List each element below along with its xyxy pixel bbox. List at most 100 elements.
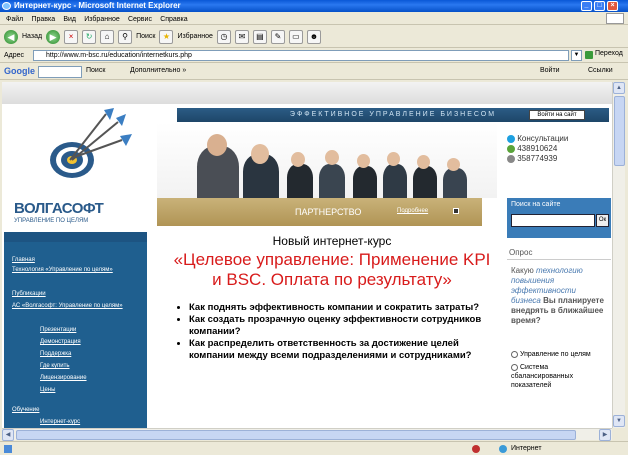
partnership-more-link[interactable]: Подробнее [397,208,428,214]
horizontal-scrollbar[interactable]: ◀ ▶ [2,428,612,441]
partnership-banner[interactable]: ПАРТНЕРСТВО Подробнее [157,198,482,226]
maximize-button[interactable]: □ [594,1,605,11]
messenger-icon[interactable]: ☻ [306,29,321,44]
address-label: Адрес [4,52,25,59]
google-logo: Google [4,66,35,76]
menu-edit[interactable]: Правка [31,16,55,23]
nav-item-demo[interactable]: Демонстрация [40,338,81,346]
skype-icon [507,134,515,143]
icq-number-1: 438910624 [517,144,558,153]
poll-option-label[interactable]: Управление по целям [520,351,591,358]
nav-item-prices[interactable]: Цены [40,386,55,394]
window-titlebar: Интернет-курс - Microsoft Internet Explo… [0,0,628,12]
google-search-input[interactable] [38,66,82,78]
minimize-button[interactable]: _ [581,1,592,11]
forward-icon[interactable]: ▶ [46,29,61,44]
partnership-label: ПАРТНЕРСТВО [295,207,362,217]
search-icon[interactable]: ⚲ [118,29,133,44]
address-dropdown-icon[interactable]: ▼ [571,50,582,61]
ie-icon [2,2,11,10]
go-arrow-icon[interactable] [585,51,593,59]
folder-icon[interactable]: ▭ [288,29,303,44]
poll-radio[interactable] [511,350,518,358]
status-bar: Интернет [0,441,628,455]
nav-item-support[interactable]: Поддержка [40,350,71,358]
address-input[interactable]: http://www.m-bsc.ru/education/internetku… [33,50,569,61]
logo-subtitle: УПРАВЛЕНИЕ ПО ЦЕЛЯМ [14,218,89,224]
search-label[interactable]: Поиск [136,33,155,40]
history-icon[interactable]: ◷ [216,29,231,44]
menu-view[interactable]: Вид [63,16,76,23]
poll-option-label[interactable]: Система сбалансированных показателей [511,364,573,389]
site-search-input[interactable] [511,214,595,227]
mail-icon[interactable]: ✉ [234,29,249,44]
bullet-item: Как создать прозрачную оценку эффективно… [189,314,497,338]
home-icon[interactable]: ⌂ [100,29,115,44]
consult-label[interactable]: Консультации [517,134,568,143]
scroll-right-icon[interactable]: ▶ [599,429,611,441]
consultations-block: Консультации 438910624 358774939 [507,134,607,164]
menu-bar: Файл Правка Вид Избранное Сервис Справка [0,12,628,25]
nav-item-buy[interactable]: Где купить [40,362,70,370]
scroll-thumb[interactable] [614,96,625,166]
address-url: http://www.m-bsc.ru/education/internetku… [46,52,192,59]
refresh-icon[interactable]: ↻ [82,29,97,44]
nav-item-internet-course[interactable]: Интернет-курс [40,418,80,426]
print-icon[interactable]: ▤ [252,29,267,44]
toolbar: ◀ Назад ▶ × ↻ ⌂ ⚲ Поиск ★ Избранное ◷ ✉ … [0,26,628,48]
globe-icon [499,445,507,453]
nav-item-home[interactable]: Главная [12,256,35,264]
blocked-icon [472,445,480,453]
icq-number-2: 358774939 [517,154,558,163]
poll-options: Управление по целям Система сбалансирова… [511,350,611,390]
icq-icon [507,154,515,163]
scroll-down-icon[interactable]: ▼ [613,415,625,427]
nav-item-education[interactable]: Обучение [12,406,39,414]
target-darts-icon [50,108,132,178]
poll-radio[interactable] [511,363,518,371]
page-top-gradient [2,82,612,104]
nav-item-software[interactable]: АС «Волгасофт: Управление по целям» [12,302,136,310]
go-button[interactable]: Переход [595,50,623,57]
login-button[interactable]: Войти на сайт [529,110,585,120]
nav-item-publications[interactable]: Публикации [12,290,46,298]
google-signin-button[interactable]: Войти [540,67,560,74]
site-logo[interactable]: ВОЛГАСОФТ УПРАВЛЕНИЕ ПО ЦЕЛЯМ [10,108,154,233]
site-search-button[interactable]: Ок [596,214,609,227]
poll-question: Какую технологию повышения эффективности… [511,266,607,326]
favorites-label[interactable]: Избранное [177,33,212,40]
scroll-left-icon[interactable]: ◀ [2,429,14,441]
poll-block: Опрос Какую технологию повышения эффекти… [507,246,611,428]
stop-icon[interactable]: × [64,29,79,44]
site-search-label: Поиск на сайте [511,201,561,208]
menu-favorites[interactable]: Избранное [84,16,119,23]
course-bullets: Как поднять эффективность компании и сок… [189,302,497,362]
favorites-icon[interactable]: ★ [159,29,174,44]
menu-tools[interactable]: Сервис [128,16,152,23]
google-toolbar: Google Поиск Дополнительно » Войти Ссылк… [0,64,628,80]
poll-title: Опрос [507,246,611,260]
vertical-scrollbar[interactable]: ▲ ▼ [612,82,625,428]
icq-icon [507,144,515,153]
edit-icon[interactable]: ✎ [270,29,285,44]
google-links-button[interactable]: Ссылки [588,67,613,74]
scroll-up-icon[interactable]: ▲ [613,82,625,94]
nav-item-presentations[interactable]: Презентации [40,326,76,334]
menu-file[interactable]: Файл [6,16,23,23]
nav-item-licensing[interactable]: Лицензирование [40,374,87,382]
page-icon [4,445,12,453]
hscroll-thumb[interactable] [16,430,576,440]
back-label[interactable]: Назад [22,33,42,40]
arrow-right-icon [453,208,459,214]
close-button[interactable]: × [607,1,618,11]
nav-item-technology[interactable]: Технология «Управление по целям» [12,266,136,274]
google-search-button[interactable]: Поиск [86,67,105,74]
address-bar: Адрес http://www.m-bsc.ru/education/inte… [0,49,628,63]
back-icon[interactable]: ◀ [4,29,18,44]
main-content: Новый интернет-курс «Целевое управление:… [167,232,497,428]
windows-logo-icon [606,13,624,24]
menu-help[interactable]: Справка [160,16,187,23]
web-page: ВОЛГАСОФТ УПРАВЛЕНИЕ ПО ЦЕЛЯМ ЭФФЕКТИВНО… [2,82,612,428]
google-more-button[interactable]: Дополнительно » [130,67,186,74]
poll-question-part: Какую [511,266,534,275]
